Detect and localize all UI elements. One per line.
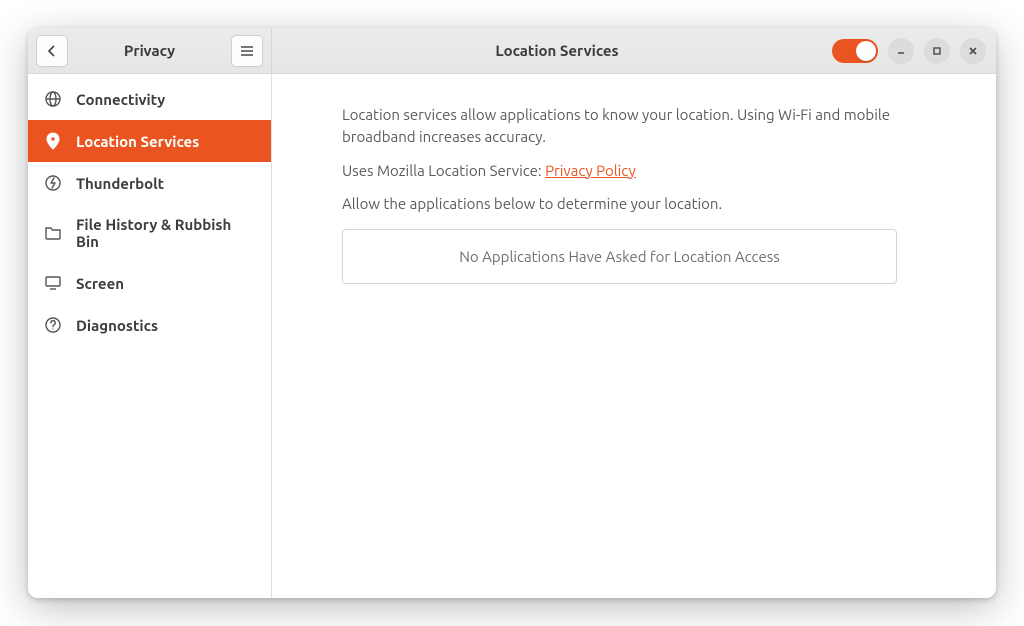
- titlebar-sidebar: Privacy: [28, 28, 272, 73]
- provider-prefix: Uses Mozilla Location Service:: [342, 162, 545, 179]
- sidebar-item-label: Diagnostics: [76, 317, 158, 334]
- globe-icon: [44, 90, 62, 108]
- intro-text: Location services allow applications to …: [342, 104, 926, 148]
- titlebar: Privacy Location Services: [28, 28, 996, 74]
- provider-line: Uses Mozilla Location Service: Privacy P…: [342, 160, 926, 182]
- close-button[interactable]: [960, 38, 986, 64]
- sidebar-item-label: Screen: [76, 275, 124, 292]
- sidebar-item-file-history[interactable]: File History & Rubbish Bin: [28, 204, 271, 262]
- sidebar-item-label: Thunderbolt: [76, 175, 164, 192]
- sidebar-item-screen[interactable]: Screen: [28, 262, 271, 304]
- sidebar: Connectivity Location Services Thunderbo…: [28, 74, 272, 598]
- minimize-button[interactable]: [888, 38, 914, 64]
- applications-list-empty: No Applications Have Asked for Location …: [342, 229, 897, 284]
- sidebar-item-label: Location Services: [76, 133, 199, 150]
- settings-window: Privacy Location Services: [28, 28, 996, 598]
- content-pane: Location services allow applications to …: [272, 74, 996, 598]
- allow-text: Allow the applications below to determin…: [342, 193, 926, 215]
- sidebar-title: Privacy: [74, 42, 225, 59]
- monitor-icon: [44, 274, 62, 292]
- sidebar-item-location-services[interactable]: Location Services: [28, 120, 271, 162]
- folder-icon: [44, 224, 62, 242]
- sidebar-item-diagnostics[interactable]: Diagnostics: [28, 304, 271, 346]
- privacy-policy-link[interactable]: Privacy Policy: [545, 162, 636, 179]
- sidebar-item-thunderbolt[interactable]: Thunderbolt: [28, 162, 271, 204]
- location-services-toggle[interactable]: [832, 39, 878, 63]
- sidebar-item-connectivity[interactable]: Connectivity: [28, 78, 271, 120]
- window-buttons: [888, 38, 986, 64]
- maximize-button[interactable]: [924, 38, 950, 64]
- sidebar-item-label: File History & Rubbish Bin: [76, 216, 255, 250]
- location-icon: [44, 132, 62, 150]
- menu-button[interactable]: [231, 35, 263, 67]
- description-block: Location services allow applications to …: [342, 104, 926, 215]
- titlebar-content: Location Services: [272, 28, 996, 73]
- page-title: Location Services: [282, 42, 832, 59]
- window-body: Connectivity Location Services Thunderbo…: [28, 74, 996, 598]
- help-icon: [44, 316, 62, 334]
- thunderbolt-icon: [44, 174, 62, 192]
- sidebar-item-label: Connectivity: [76, 91, 165, 108]
- back-button[interactable]: [36, 35, 68, 67]
